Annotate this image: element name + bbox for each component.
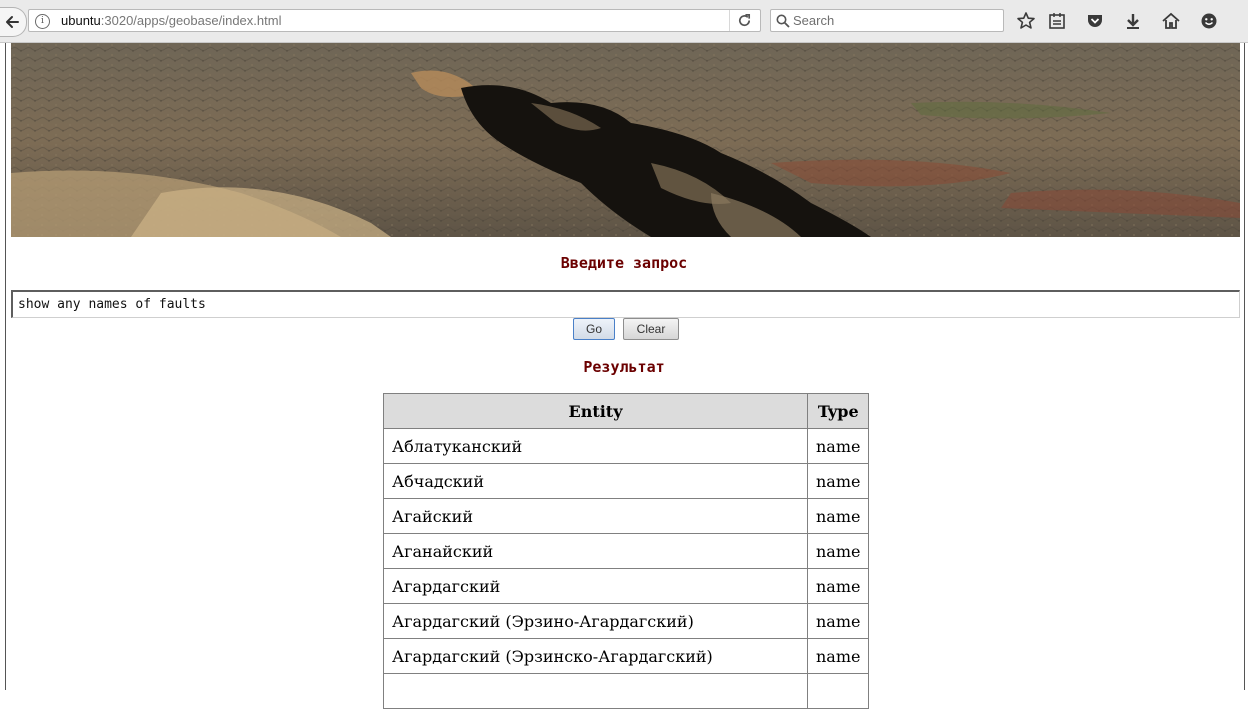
bookmark-star-icon[interactable]	[1016, 11, 1036, 31]
query-heading: Введите запрос	[560, 254, 688, 272]
search-bar[interactable]	[770, 9, 1004, 32]
table-row	[383, 673, 870, 709]
banner-image	[11, 43, 1240, 237]
type-cell: name	[806, 428, 870, 464]
search-input[interactable]	[793, 12, 993, 29]
entity-cell: Аганайский	[383, 533, 808, 569]
entity-cell: Агайский	[383, 498, 808, 534]
results-heading: Результат	[583, 358, 665, 376]
entity-cell: Агардагский (Эрзино-Агардагский)	[383, 603, 808, 639]
table-row: Аблатуканский name	[383, 428, 870, 464]
type-cell: name	[806, 568, 870, 604]
pocket-icon[interactable]	[1085, 11, 1105, 31]
type-cell: name	[806, 638, 870, 674]
url-separator	[729, 10, 730, 31]
entity-cell	[383, 673, 808, 709]
smiley-icon[interactable]	[1199, 11, 1219, 31]
back-arrow-icon	[6, 16, 19, 28]
url-text[interactable]: ubuntu:3020/apps/geobase/index.html	[61, 13, 281, 28]
info-icon[interactable]: i	[35, 14, 50, 29]
table-row: Агайский name	[383, 498, 870, 534]
type-cell	[806, 673, 870, 709]
type-cell: name	[806, 498, 870, 534]
table-row: Аганайский name	[383, 533, 870, 569]
home-icon[interactable]	[1161, 11, 1181, 31]
reading-list-icon[interactable]	[1047, 11, 1067, 31]
clear-button[interactable]: Clear	[623, 318, 679, 340]
table-row: Агардагский (Эрзино-Агардагский) name	[383, 603, 870, 639]
column-header-entity: Entity	[383, 393, 808, 429]
go-button[interactable]: Go	[573, 318, 615, 340]
table-header-row: Entity Type	[383, 393, 870, 429]
column-header-type: Type	[806, 393, 870, 429]
results-table: Entity Type Аблатуканский name Абчадский…	[383, 393, 870, 709]
browser-toolbar: i ubuntu:3020/apps/geobase/index.html	[0, 0, 1248, 43]
type-cell: name	[806, 603, 870, 639]
type-cell: name	[806, 463, 870, 499]
entity-cell: Агардагский	[383, 568, 808, 604]
page-content: Введите запрос Go Clear Результат Entity…	[0, 43, 1248, 709]
table-row: Агардагский name	[383, 568, 870, 604]
query-input[interactable]	[11, 290, 1240, 318]
type-cell: name	[806, 533, 870, 569]
entity-cell: Абчадский	[383, 463, 808, 499]
entity-cell: Аблатуканский	[383, 428, 808, 464]
back-button[interactable]	[0, 7, 27, 37]
table-row: Абчадский name	[383, 463, 870, 499]
entity-cell: Агардагский (Эрзинско-Агардагский)	[383, 638, 808, 674]
reload-icon[interactable]	[737, 13, 752, 28]
search-icon	[776, 14, 790, 28]
download-icon[interactable]	[1123, 11, 1143, 31]
address-bar[interactable]: i ubuntu:3020/apps/geobase/index.html	[28, 9, 761, 32]
table-row: Агардагский (Эрзинско-Агардагский) name	[383, 638, 870, 674]
